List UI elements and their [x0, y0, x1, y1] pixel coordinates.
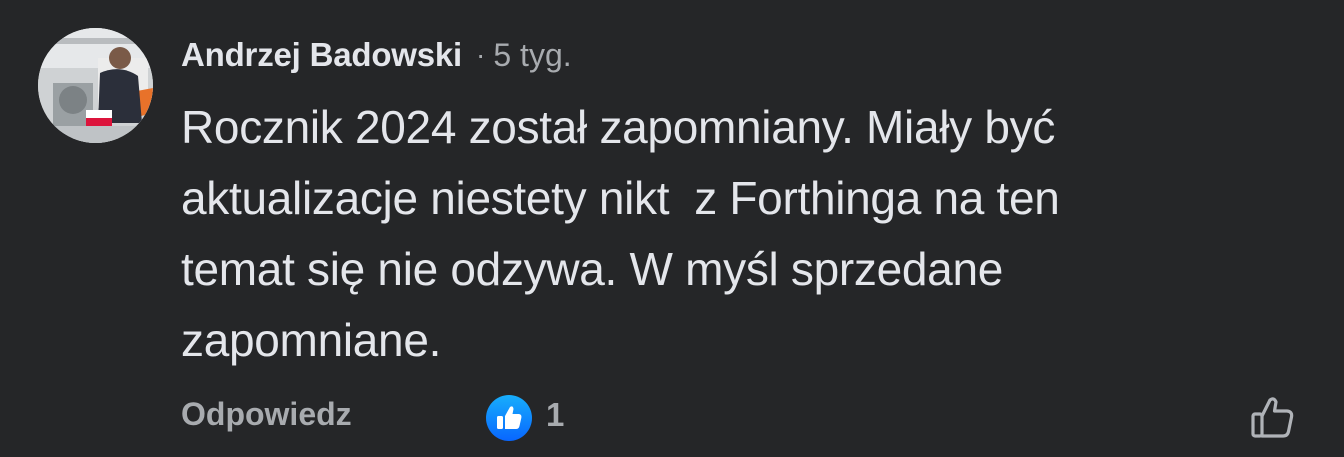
reply-button[interactable]: Odpowiedz — [181, 396, 352, 433]
author-name[interactable]: Andrzej Badowski — [181, 36, 462, 74]
reaction-count[interactable]: 1 — [546, 396, 564, 434]
thumbs-up-outline-icon[interactable] — [1249, 393, 1297, 441]
avatar[interactable] — [38, 28, 153, 143]
comment-text: Rocznik 2024 został zapomniany. Miały by… — [181, 101, 1060, 366]
thumbs-up-reaction-icon[interactable] — [486, 395, 532, 441]
comment-timestamp[interactable]: 5 tyg. — [493, 37, 571, 74]
comment: Andrzej Badowski · 5 tyg. Rocznik 2024 z… — [0, 0, 1344, 457]
comment-header: Andrzej Badowski · 5 tyg. — [181, 30, 572, 80]
avatar-image — [38, 28, 153, 143]
separator-dot: · — [476, 39, 486, 70]
